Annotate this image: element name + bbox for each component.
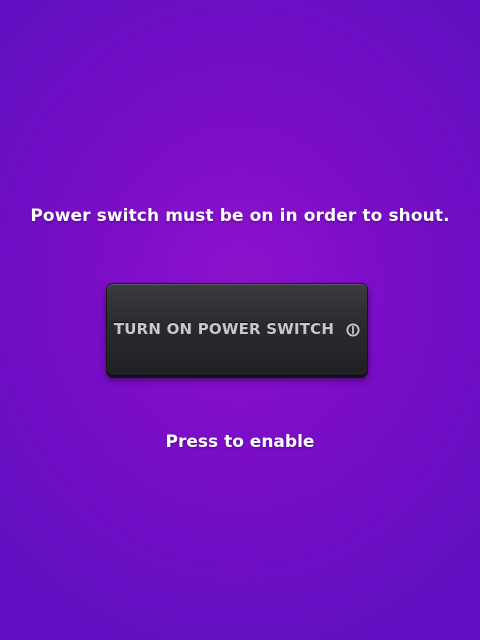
power-icon bbox=[346, 322, 360, 337]
turn-on-power-switch-button[interactable]: TURN ON POWER SWITCH bbox=[106, 283, 368, 375]
press-to-enable-hint: Press to enable bbox=[165, 432, 315, 452]
power-requirement-message: Power switch must be on in order to shou… bbox=[30, 206, 450, 226]
power-button-label: TURN ON POWER SWITCH bbox=[113, 320, 335, 338]
